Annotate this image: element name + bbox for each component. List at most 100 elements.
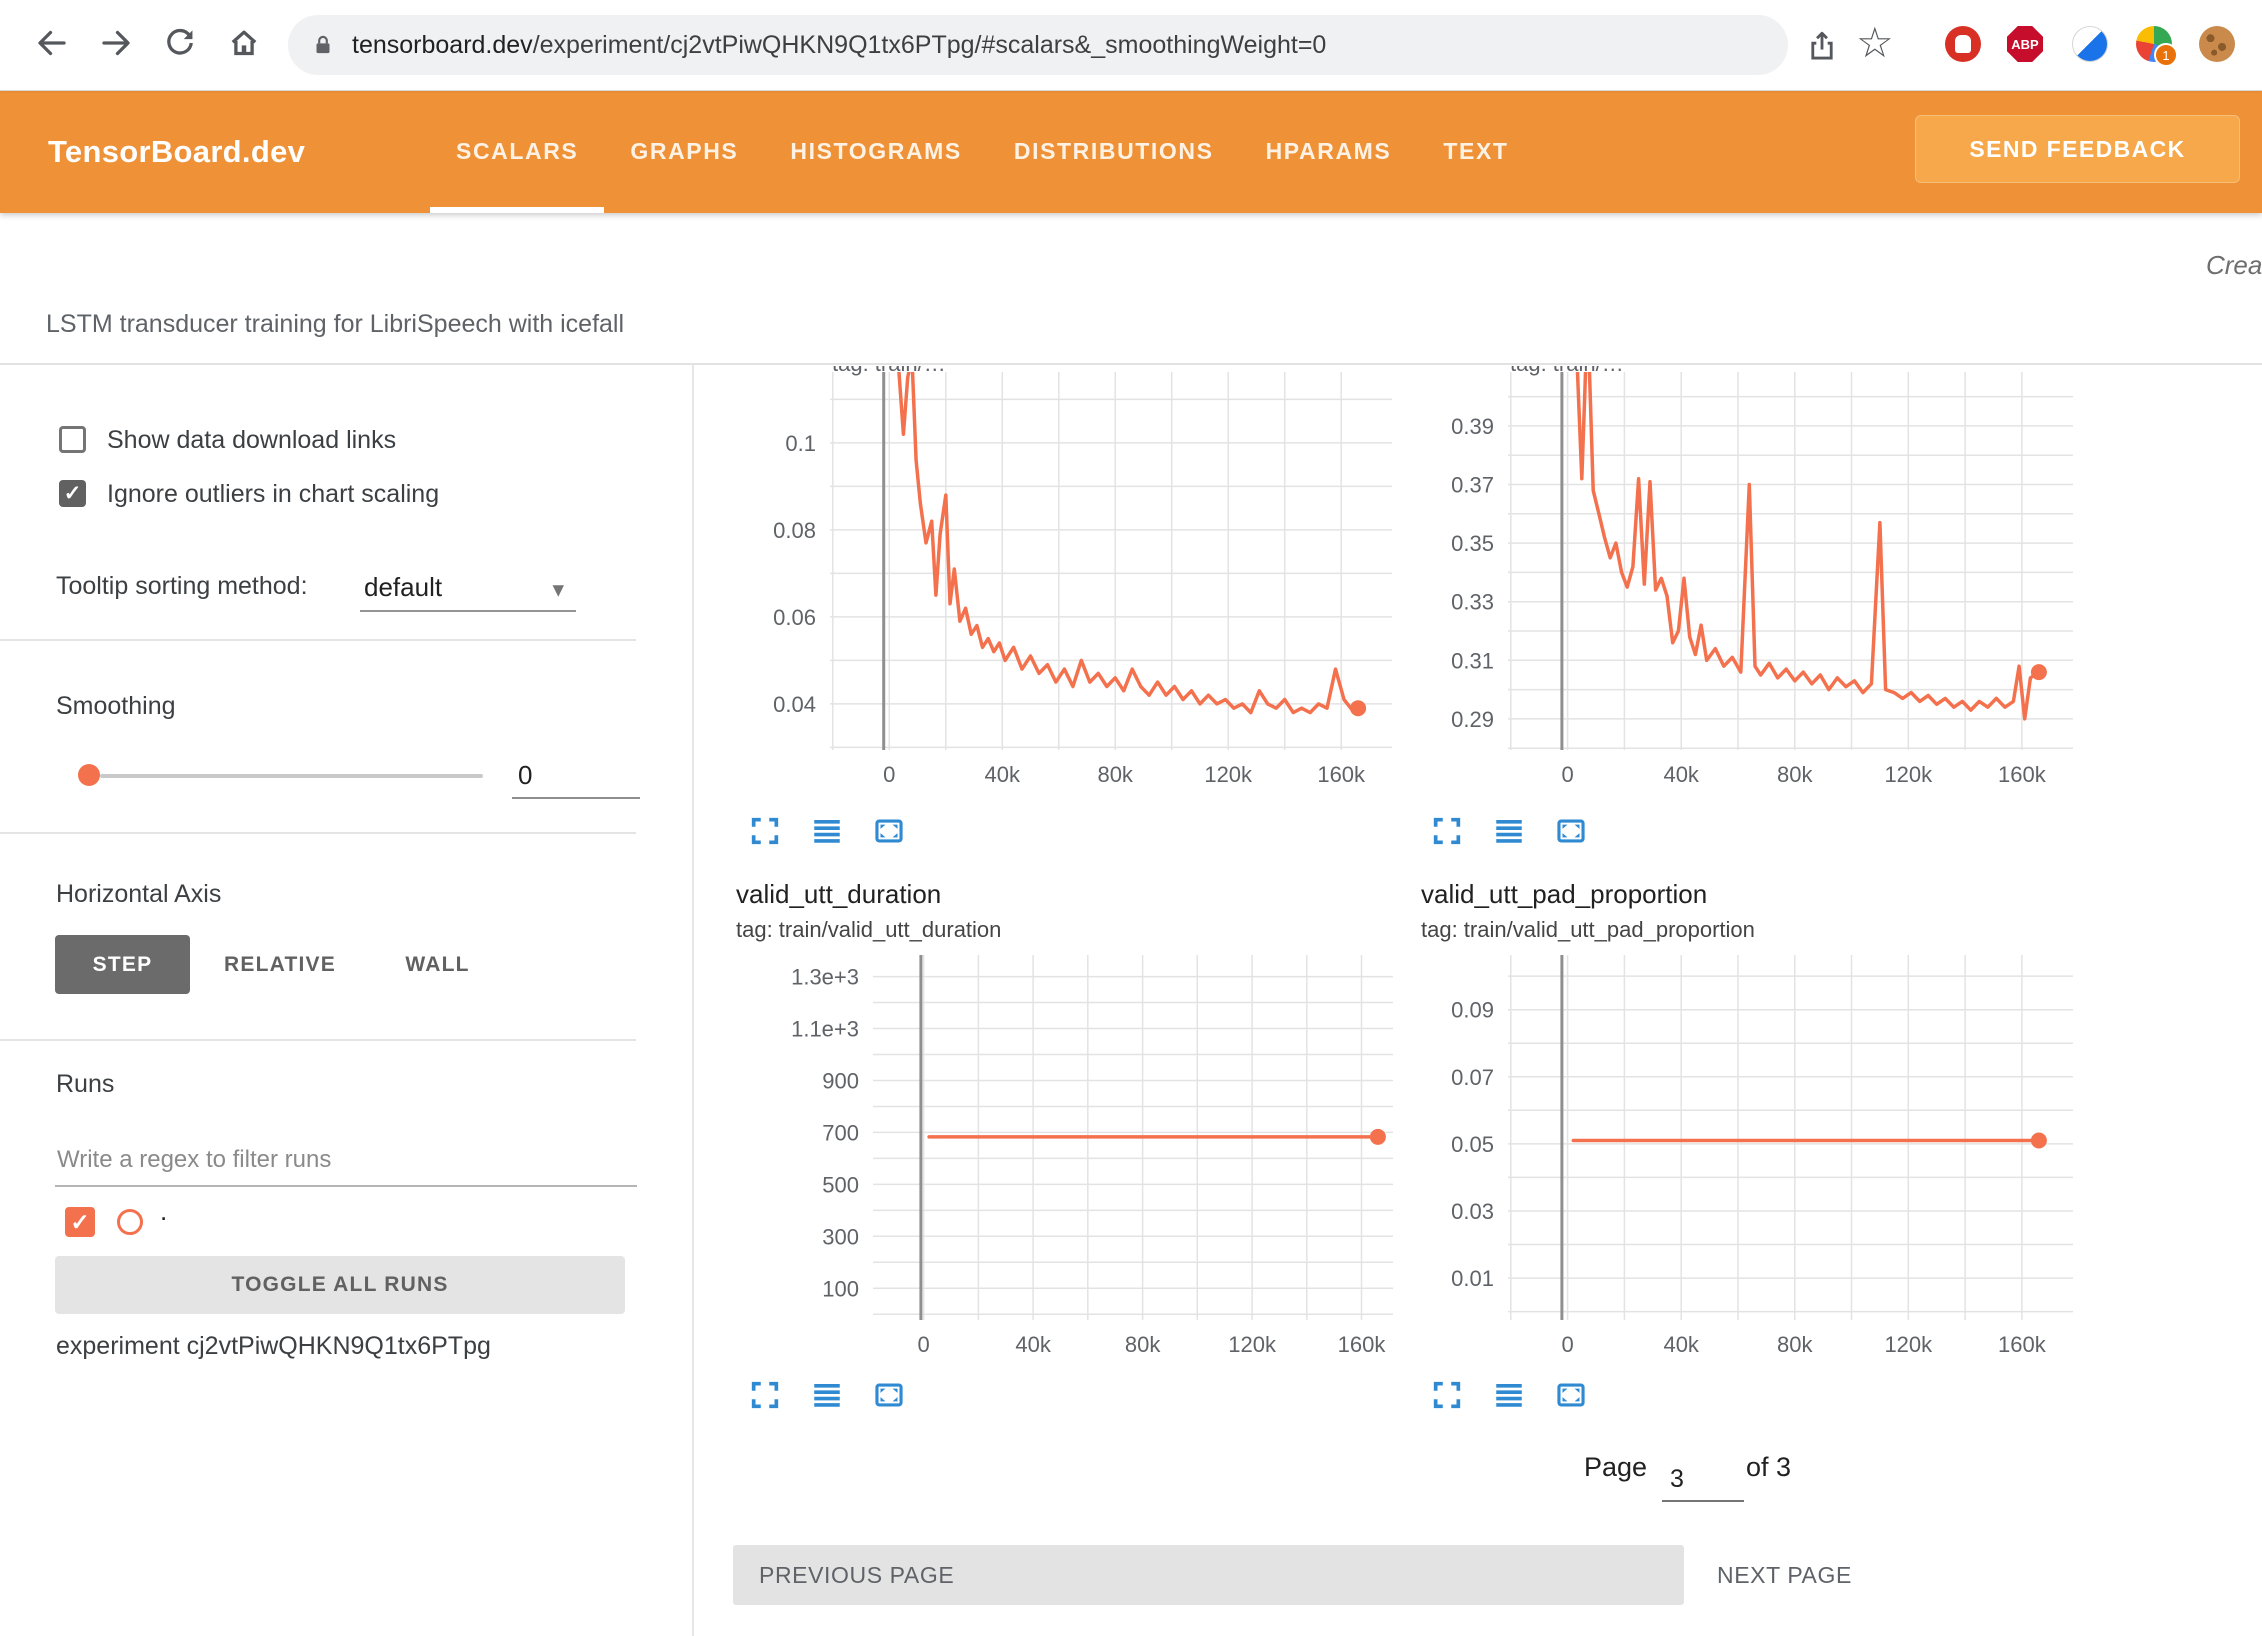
- svg-text:900: 900: [822, 1069, 859, 1094]
- adblock-extension-icon[interactable]: [1945, 26, 1981, 62]
- tab-text[interactable]: TEXT: [1417, 90, 1534, 213]
- run-checkbox[interactable]: ✓: [65, 1207, 95, 1237]
- profile-avatar[interactable]: 1: [2136, 26, 2172, 62]
- line-chart[interactable]: 040k80k120k160k0.010.030.050.070.09: [1392, 875, 2112, 1435]
- scalar-chart-top-left: tag: train/… 040k80k120k160k0.040.060.08…: [692, 364, 1402, 834]
- extension-icon[interactable]: [2072, 26, 2108, 62]
- svg-text:300: 300: [822, 1224, 859, 1249]
- line-chart[interactable]: 040k80k120k160k0.290.310.330.350.370.39: [1392, 364, 2092, 834]
- svg-text:0.1: 0.1: [785, 431, 816, 456]
- fit-domain-icon[interactable]: [872, 1378, 906, 1412]
- url-text: tensorboard.dev/experiment/cj2vtPiwQHKN9…: [352, 31, 1326, 60]
- svg-text:40k: 40k: [1663, 1332, 1699, 1357]
- svg-text:40k: 40k: [985, 762, 1021, 787]
- line-chart[interactable]: 040k80k120k160k1003005007009001.1e+31.3e…: [692, 875, 1402, 1435]
- smoothing-label: Smoothing: [56, 690, 176, 722]
- next-page-button[interactable]: NEXT PAGE: [1717, 1545, 1852, 1605]
- tooltip-sorting-select[interactable]: default ▾: [360, 568, 576, 612]
- previous-page-button[interactable]: PREVIOUS PAGE: [733, 1545, 1684, 1605]
- ignore-outliers-label: Ignore outliers in chart scaling: [107, 478, 439, 510]
- ignore-outliers-checkbox[interactable]: ✓: [59, 480, 86, 507]
- experiment-id-label: experiment cj2vtPiwQHKN9Q1tx6PTpg: [56, 1330, 491, 1362]
- smoothing-slider-track[interactable]: [100, 774, 483, 778]
- fit-domain-icon[interactable]: [1554, 814, 1588, 848]
- url-bar[interactable]: tensorboard.dev/experiment/cj2vtPiwQHKN9…: [288, 15, 1788, 75]
- tensorboard-page: tensorboard.dev/experiment/cj2vtPiwQHKN9…: [0, 0, 2262, 1636]
- view-data-icon[interactable]: [810, 814, 844, 848]
- line-chart[interactable]: 040k80k120k160k0.040.060.080.1: [692, 364, 1402, 834]
- chart-actions: [748, 1378, 906, 1412]
- home-button[interactable]: [214, 13, 274, 73]
- svg-text:120k: 120k: [1884, 762, 1933, 787]
- back-button[interactable]: [22, 13, 82, 73]
- page-of-label: of 3: [1746, 1452, 1791, 1483]
- svg-text:0.04: 0.04: [773, 692, 816, 717]
- svg-text:100: 100: [822, 1276, 859, 1301]
- page-number-input[interactable]: [1662, 1458, 1744, 1502]
- svg-text:80k: 80k: [1125, 1332, 1161, 1357]
- svg-text:120k: 120k: [1204, 762, 1253, 787]
- svg-text:160k: 160k: [1317, 762, 1366, 787]
- check-icon: ✓: [64, 481, 82, 506]
- lock-icon: [310, 32, 336, 58]
- svg-text:80k: 80k: [1097, 762, 1133, 787]
- svg-text:0.39: 0.39: [1451, 414, 1494, 439]
- tab-histograms[interactable]: HISTOGRAMS: [764, 90, 987, 213]
- svg-text:160k: 160k: [1338, 1332, 1387, 1357]
- view-data-icon[interactable]: [1492, 814, 1526, 848]
- svg-text:0.07: 0.07: [1451, 1065, 1494, 1090]
- tab-scalars[interactable]: SCALARS: [430, 90, 604, 213]
- axis-wall-button[interactable]: WALL: [375, 935, 500, 994]
- run-color-swatch[interactable]: [117, 1209, 143, 1235]
- page-label: Page: [1584, 1452, 1647, 1483]
- axis-step-button[interactable]: STEP: [55, 935, 190, 994]
- expand-chart-icon[interactable]: [1430, 814, 1464, 848]
- svg-text:160k: 160k: [1998, 1332, 2047, 1357]
- svg-text:0.06: 0.06: [773, 605, 816, 630]
- fit-domain-icon[interactable]: [1554, 1378, 1588, 1412]
- svg-text:80k: 80k: [1777, 762, 1813, 787]
- svg-text:0.08: 0.08: [773, 518, 816, 543]
- svg-text:0.31: 0.31: [1451, 648, 1494, 673]
- clipped-right-text: Crea: [2206, 250, 2262, 281]
- active-tab-underline: [430, 207, 604, 213]
- forward-button[interactable]: [86, 13, 146, 73]
- tooltip-sorting-label: Tooltip sorting method:: [56, 570, 308, 602]
- view-data-icon[interactable]: [1492, 1378, 1526, 1412]
- fit-domain-icon[interactable]: [872, 814, 906, 848]
- expand-chart-icon[interactable]: [1430, 1378, 1464, 1412]
- runs-label: Runs: [56, 1068, 114, 1100]
- tab-distributions[interactable]: DISTRIBUTIONS: [988, 90, 1240, 213]
- scalar-chart-valid-utt-duration: valid_utt_duration tag: train/valid_utt_…: [692, 875, 1402, 1435]
- reload-button[interactable]: [150, 13, 210, 73]
- share-button[interactable]: [1792, 16, 1852, 76]
- cookie-extension-icon[interactable]: [2199, 26, 2235, 62]
- toggle-all-runs-button[interactable]: TOGGLE ALL RUNS: [55, 1256, 625, 1314]
- svg-text:120k: 120k: [1884, 1332, 1933, 1357]
- runs-filter-input[interactable]: [55, 1135, 637, 1187]
- share-icon: [1805, 29, 1839, 63]
- expand-chart-icon[interactable]: [748, 1378, 782, 1412]
- svg-text:0.35: 0.35: [1451, 531, 1494, 556]
- smoothing-slider-handle[interactable]: [78, 764, 100, 786]
- send-feedback-button[interactable]: SEND FEEDBACK: [1915, 115, 2240, 183]
- view-data-icon[interactable]: [810, 1378, 844, 1412]
- svg-text:1.3e+3: 1.3e+3: [791, 965, 859, 990]
- show-download-checkbox[interactable]: [59, 426, 86, 453]
- abp-extension-icon[interactable]: ABP: [2007, 26, 2043, 62]
- horizontal-axis-label: Horizontal Axis: [56, 878, 221, 910]
- svg-text:80k: 80k: [1777, 1332, 1813, 1357]
- axis-relative-button[interactable]: RELATIVE: [205, 935, 355, 994]
- expand-chart-icon[interactable]: [748, 814, 782, 848]
- svg-text:500: 500: [822, 1172, 859, 1197]
- svg-text:700: 700: [822, 1120, 859, 1145]
- tab-hparams[interactable]: HPARAMS: [1240, 90, 1418, 213]
- experiment-title: LSTM transducer training for LibriSpeech…: [46, 310, 624, 339]
- scalar-chart-valid-utt-pad-proportion: valid_utt_pad_proportion tag: train/vali…: [1392, 875, 2112, 1435]
- section-divider: [0, 832, 636, 834]
- svg-text:0.05: 0.05: [1451, 1132, 1494, 1157]
- adblock-hand: [1955, 35, 1971, 53]
- tab-graphs[interactable]: GRAPHS: [604, 90, 764, 213]
- smoothing-value-input[interactable]: [512, 753, 640, 799]
- bookmark-star-icon[interactable]: ☆: [1856, 18, 1894, 67]
